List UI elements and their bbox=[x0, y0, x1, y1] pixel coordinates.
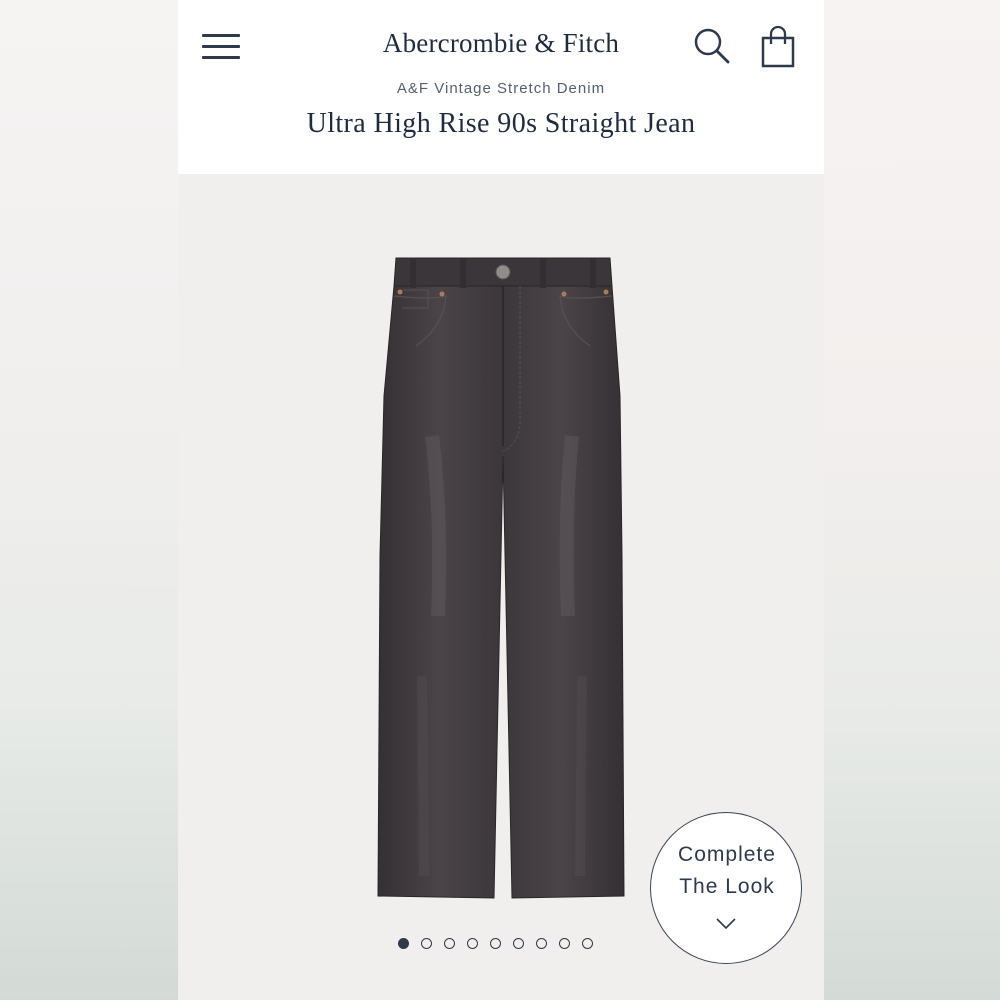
product-page: Abercrombie & Fitch A&F Vintage Stretch … bbox=[178, 0, 824, 1000]
product-collection: A&F Vintage Stretch Denim bbox=[396, 80, 606, 97]
background-right bbox=[824, 0, 1000, 1000]
carousel-dot[interactable] bbox=[559, 938, 570, 949]
carousel-dot[interactable] bbox=[536, 938, 547, 949]
carousel-dot[interactable] bbox=[582, 938, 593, 949]
complete-look-label-line1: Complete bbox=[678, 843, 776, 866]
background-left bbox=[0, 0, 178, 1000]
chevron-down-icon bbox=[716, 918, 736, 930]
product-title: Ultra High Rise 90s Straight Jean bbox=[306, 108, 696, 139]
product-image-carousel[interactable]: Complete The Look bbox=[178, 174, 824, 1000]
carousel-dot[interactable] bbox=[490, 938, 501, 949]
carousel-dots bbox=[398, 938, 593, 952]
carousel-dot[interactable] bbox=[467, 938, 478, 949]
site-header: Abercrombie & Fitch bbox=[178, 0, 824, 90]
carousel-dot[interactable] bbox=[513, 938, 524, 949]
product-image-jeans bbox=[377, 257, 625, 899]
search-icon[interactable] bbox=[692, 26, 732, 66]
complete-the-look-button[interactable]: Complete The Look bbox=[650, 812, 802, 964]
complete-look-label-line2: The Look bbox=[679, 875, 775, 898]
carousel-dot[interactable] bbox=[398, 938, 409, 949]
carousel-dot[interactable] bbox=[444, 938, 455, 949]
shopping-bag-icon[interactable] bbox=[760, 24, 796, 68]
carousel-dot[interactable] bbox=[421, 938, 432, 949]
